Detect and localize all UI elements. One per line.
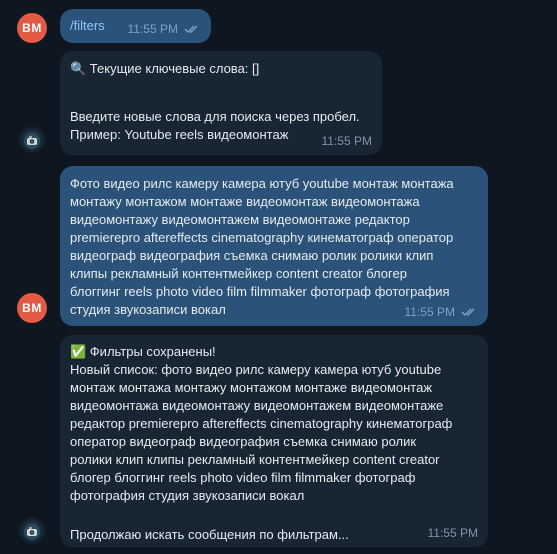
message-line: ✅ Фильтры сохранены! — [70, 344, 216, 359]
message-line: оператор видеограф видеография съемка сн… — [70, 434, 417, 449]
bot-avatar[interactable] — [17, 126, 47, 156]
message-bubble-outgoing[interactable]: Фото видео рилс камеру камера ютуб youtu… — [60, 166, 488, 326]
double-check-icon — [461, 307, 478, 317]
message-meta: 11:55 PM — [128, 20, 201, 38]
message-line: фотография студия звукозаписи вокал — [70, 488, 305, 503]
message-line: premierepro aftereffects cinematography … — [70, 230, 454, 245]
message-line: видеомонтажа видеомонтажу видеомонтажем … — [70, 398, 444, 413]
message-bubble-incoming[interactable]: ✅ Фильтры сохранены! Новый список: фото … — [60, 335, 488, 547]
user-avatar[interactable]: BM — [17, 13, 47, 43]
message-line: клипы рекламный контентмейкер content cr… — [70, 266, 407, 281]
message-line: видеограф видеография съемка снимаю роли… — [70, 248, 434, 263]
message-bubble-outgoing[interactable]: /filters 11:55 PM — [60, 9, 211, 43]
message-line: ролики клип клипы рекламный контентмейке… — [70, 452, 440, 467]
bot-avatar-image — [24, 133, 40, 149]
double-check-icon — [184, 24, 201, 34]
message-meta: 11:55 PM — [322, 132, 372, 150]
message-line: Фото видео рилс камеру камера ютуб youtu… — [70, 176, 454, 191]
message-bubble-incoming[interactable]: 🔍 Текущие ключевые слова: [] Введите нов… — [60, 51, 382, 155]
message-meta: 11:55 PM — [428, 524, 478, 542]
message-line: видеомонтажу видеомонтажем видеомонтаже … — [70, 212, 410, 227]
message-line: блогер блоггинг reels photo video film f… — [70, 470, 416, 485]
message-line: Продолжаю искать сообщения по фильтрам..… — [70, 527, 349, 542]
message-time: 11:55 PM — [427, 526, 478, 540]
message-line — [70, 505, 478, 523]
message-line: Новый список: фото видео рилс камеру кам… — [70, 362, 442, 377]
user-avatar[interactable]: BM — [17, 293, 47, 323]
message-line: блоггинг reels photo video film filmmake… — [70, 284, 450, 299]
message-line: 🔍 Текущие ключевые слова: [] — [70, 61, 260, 76]
message-time: 11:55 PM — [321, 134, 372, 148]
message-line: монтаж монтажа монтажу монтажом монтаже … — [70, 380, 433, 395]
bot-avatar[interactable] — [17, 517, 47, 547]
message-line — [70, 78, 372, 96]
message-meta: 11:55 PM — [405, 303, 478, 321]
message-time: 11:55 PM — [127, 22, 178, 36]
message-time: 11:55 PM — [404, 305, 455, 319]
message-line: редактор premierepro aftereffects cinema… — [70, 416, 453, 431]
message-line: Введите новые слова для поиска через про… — [70, 109, 360, 124]
bot-avatar-image — [24, 524, 40, 540]
message-line: монтажу монтажом монтаже видеомонтаж вид… — [70, 194, 420, 209]
